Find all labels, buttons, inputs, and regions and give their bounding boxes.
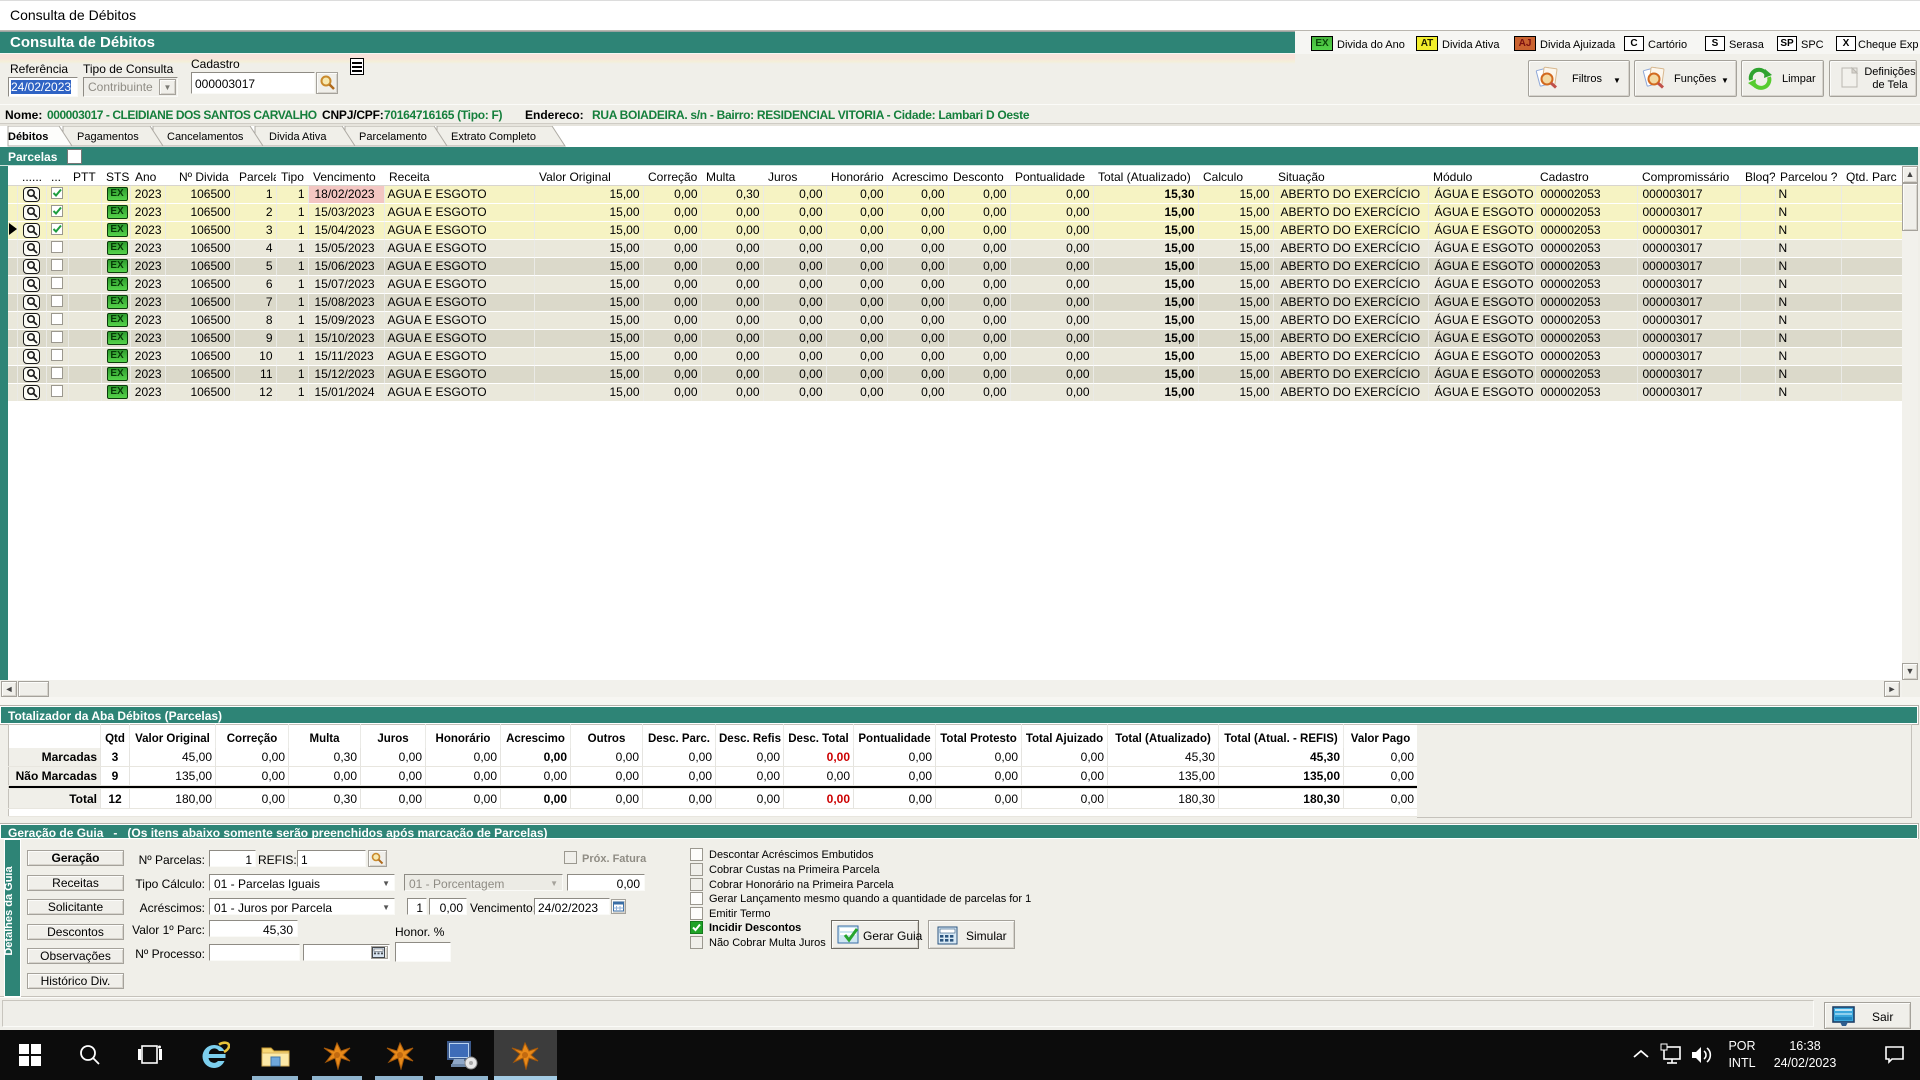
svg-text:Débitos: Débitos xyxy=(8,131,48,143)
svg-text:Divida Ativa: Divida Ativa xyxy=(269,131,327,143)
svg-text:Extrato Completo: Extrato Completo xyxy=(451,131,536,143)
svg-text:Cancelamentos: Cancelamentos xyxy=(167,131,244,143)
svg-text:Pagamentos: Pagamentos xyxy=(77,131,139,143)
svg-text:Parcelamento: Parcelamento xyxy=(359,131,427,143)
